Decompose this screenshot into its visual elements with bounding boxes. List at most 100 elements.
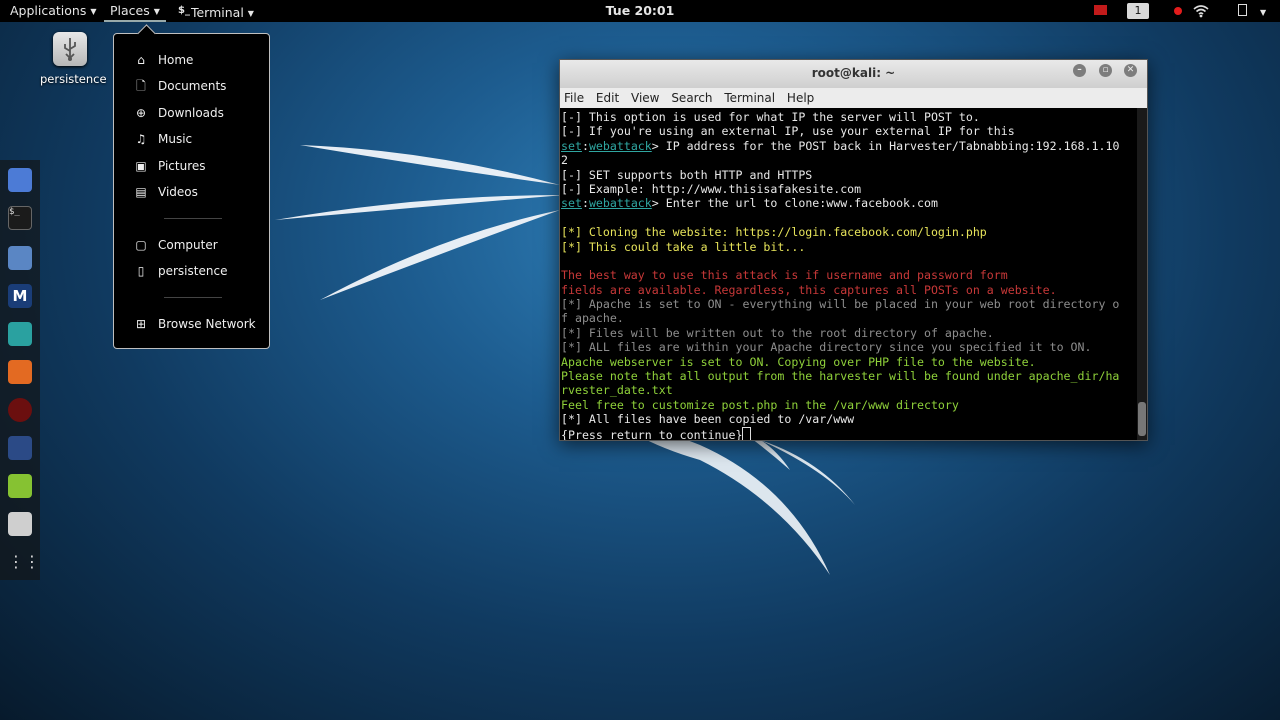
places-item-documents[interactable]: 🗋 Documents: [134, 77, 226, 95]
document-icon: 🗋: [136, 79, 146, 93]
menu-view[interactable]: View: [631, 91, 659, 105]
terminal-line: [-] Example: http://www.thisisafakesite.…: [561, 182, 1136, 196]
terminal-line-text: [*] This could take a little bit...: [561, 239, 806, 254]
terminal-app-menu-button[interactable]: $_Terminal ▼: [178, 0, 254, 22]
terminal-line-text: fields are available. Regardless, this c…: [561, 282, 1057, 297]
terminal-line: [-] SET supports both HTTP and HTTPS: [561, 168, 1136, 182]
menu-item-label: Downloads: [158, 106, 224, 120]
menu-separator: [164, 218, 222, 219]
applications-label: Applications: [10, 3, 87, 18]
terminal-titlebar[interactable]: root@kali: ~ – ▫ ✕: [560, 60, 1147, 88]
terminal-line-text: Please note that all output from the har…: [561, 369, 1120, 384]
app-launcher-icon-terminal[interactable]: $_: [8, 206, 32, 230]
top-panel: Applications ▼ Places ▼ $_Terminal ▼ Tue 20…: [0, 0, 1280, 22]
app-launcher-icon-faraday[interactable]: [8, 398, 32, 422]
app-launcher-icon-screenshot[interactable]: [8, 512, 32, 536]
prompt-set: set: [561, 196, 582, 211]
terminal-line-text: Apache webserver is set to ON. Copying o…: [561, 354, 1036, 369]
terminal-line: f apache.: [561, 311, 1136, 325]
menu-item-label: Pictures: [158, 159, 206, 173]
app-launcher-icon-armitage[interactable]: [8, 322, 32, 346]
terminal-line: [*] Apache is set to ON - everything wil…: [561, 297, 1136, 311]
window-title: root@kali: ~: [811, 66, 896, 80]
app-launcher-icon-iceweasel[interactable]: [8, 168, 32, 192]
terminal-line-text: [*] ALL files are within your Apache dir…: [561, 340, 1092, 355]
terminal-line-text: {Press return to continue}: [561, 427, 743, 440]
home-icon: ⌂: [137, 53, 145, 67]
places-item-downloads[interactable]: ⊕ Downloads: [134, 104, 224, 122]
terminal-scrollbar[interactable]: [1137, 108, 1147, 440]
record-icon[interactable]: [1174, 7, 1182, 15]
pictures-icon: ▣: [135, 159, 147, 173]
terminal-line: {Press return to continue}: [561, 426, 1136, 440]
app-launcher-icon-files[interactable]: [8, 246, 32, 270]
terminal-line-text: Feel free to customize post.php in the /…: [561, 397, 959, 412]
network-icon: ⊞: [135, 317, 147, 331]
places-item-browse-network[interactable]: ⊞ Browse Network: [134, 315, 256, 333]
prompt-module: webattack: [588, 196, 652, 211]
terminal-window[interactable]: root@kali: ~ – ▫ ✕ File Edit View Search…: [559, 59, 1148, 441]
menu-item-label: Music: [158, 132, 193, 146]
places-dropdown-menu: ⌂ Home 🗋 Documents ⊕ Downloads ♫ Music ▣ Pict…: [113, 33, 270, 349]
desktop-icon-persistence[interactable]: persistence: [40, 32, 107, 86]
terminal-line: set:webattack> Enter the url to clone:ww…: [561, 196, 1136, 210]
app-launcher-icon-burpsuite[interactable]: [8, 360, 32, 384]
places-item-computer[interactable]: ▢ Computer: [134, 236, 218, 254]
battery-icon[interactable]: [1238, 4, 1252, 18]
applications-menu-button[interactable]: Applications ▼: [10, 0, 97, 22]
terminal-line: set:webattack> IP address for the POST b…: [561, 139, 1136, 153]
terminal-line: Feel free to customize post.php in the /…: [561, 398, 1136, 412]
terminal-line: fields are available. Regardless, this c…: [561, 283, 1136, 297]
dash-dock: $_ M ⋮⋮: [0, 160, 40, 580]
places-label: Places: [110, 3, 150, 18]
terminal-line-text: [*] Cloning the website: https://login.f…: [561, 225, 987, 240]
terminal-line-text: 2: [561, 153, 568, 168]
prompt-module: webattack: [588, 138, 652, 153]
app-launcher-icon-leafpad[interactable]: [8, 474, 32, 498]
terminal-line-text: [*] All files have been copied to /var/w…: [561, 412, 855, 427]
show-applications-icon[interactable]: ⋮⋮: [8, 550, 40, 574]
menu-edit[interactable]: Edit: [596, 91, 619, 105]
menu-separator: [164, 297, 222, 298]
places-item-home[interactable]: ⌂ Home: [134, 51, 193, 69]
menu-search[interactable]: Search: [671, 91, 712, 105]
terminal-line-text: f apache.: [561, 311, 624, 326]
download-icon: ⊕: [135, 106, 147, 120]
minimize-button[interactable]: –: [1073, 64, 1086, 77]
terminal-line-text: rvester_date.txt: [561, 383, 673, 398]
menu-item-label: Documents: [158, 79, 227, 93]
places-item-videos[interactable]: ▤ Videos: [134, 183, 198, 201]
app-launcher-icon-maltego[interactable]: [8, 436, 32, 460]
maximize-button[interactable]: ▫: [1099, 64, 1112, 77]
app-launcher-icon-metasploit[interactable]: M: [8, 284, 32, 308]
menu-item-label: Computer: [158, 238, 218, 252]
terminal-line: [-] If you're using an external IP, use …: [561, 124, 1136, 138]
menu-item-label: persistence: [158, 264, 228, 278]
terminal-line-text: [-] If you're using an external IP, use …: [561, 124, 1015, 139]
text-cursor: [742, 426, 752, 440]
places-item-music[interactable]: ♫ Music: [134, 130, 193, 148]
places-item-pictures[interactable]: ▣ Pictures: [134, 157, 206, 175]
wifi-icon[interactable]: [1193, 3, 1209, 19]
close-button[interactable]: ✕: [1124, 64, 1137, 77]
terminal-line-text: The best way to use this attack is if us…: [561, 268, 1008, 283]
menu-terminal[interactable]: Terminal: [724, 91, 775, 105]
places-menu-button[interactable]: Places ▼: [104, 0, 166, 22]
chevron-down-icon: ▼: [90, 7, 97, 16]
menu-file[interactable]: File: [564, 91, 584, 105]
scrollbar-thumb[interactable]: [1138, 402, 1146, 436]
alert-icon[interactable]: [1094, 5, 1108, 17]
places-item-persistence[interactable]: ▯ persistence: [134, 262, 228, 280]
menu-help[interactable]: Help: [787, 91, 814, 105]
usb-drive-icon: [53, 32, 87, 66]
workspace-indicator[interactable]: 1: [1127, 3, 1149, 19]
terminal-line-text: [*] Apache is set to ON - everything wil…: [561, 297, 1120, 312]
terminal-line: 2: [561, 153, 1136, 167]
power-icon[interactable]: ▼: [1260, 0, 1274, 22]
terminal-menubar: File Edit View Search Terminal Help: [560, 88, 1147, 108]
terminal-output[interactable]: [-] This option is used for what IP the …: [561, 110, 1136, 440]
menu-item-label: Browse Network: [158, 317, 256, 331]
video-icon: ▤: [135, 185, 147, 199]
